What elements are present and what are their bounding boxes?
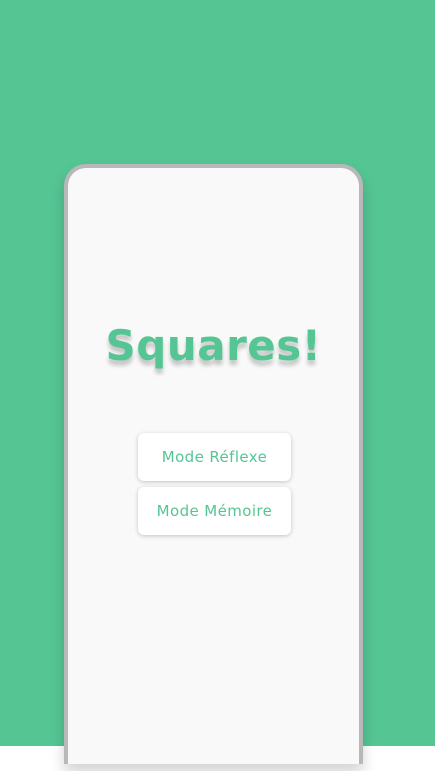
phone-card: Squares! Mode Réflexe Mode Mémoire xyxy=(64,164,363,764)
mode-reflexe-button[interactable]: Mode Réflexe xyxy=(138,433,291,481)
app-title: Squares! xyxy=(105,321,322,370)
mode-memoire-button[interactable]: Mode Mémoire xyxy=(138,487,291,535)
